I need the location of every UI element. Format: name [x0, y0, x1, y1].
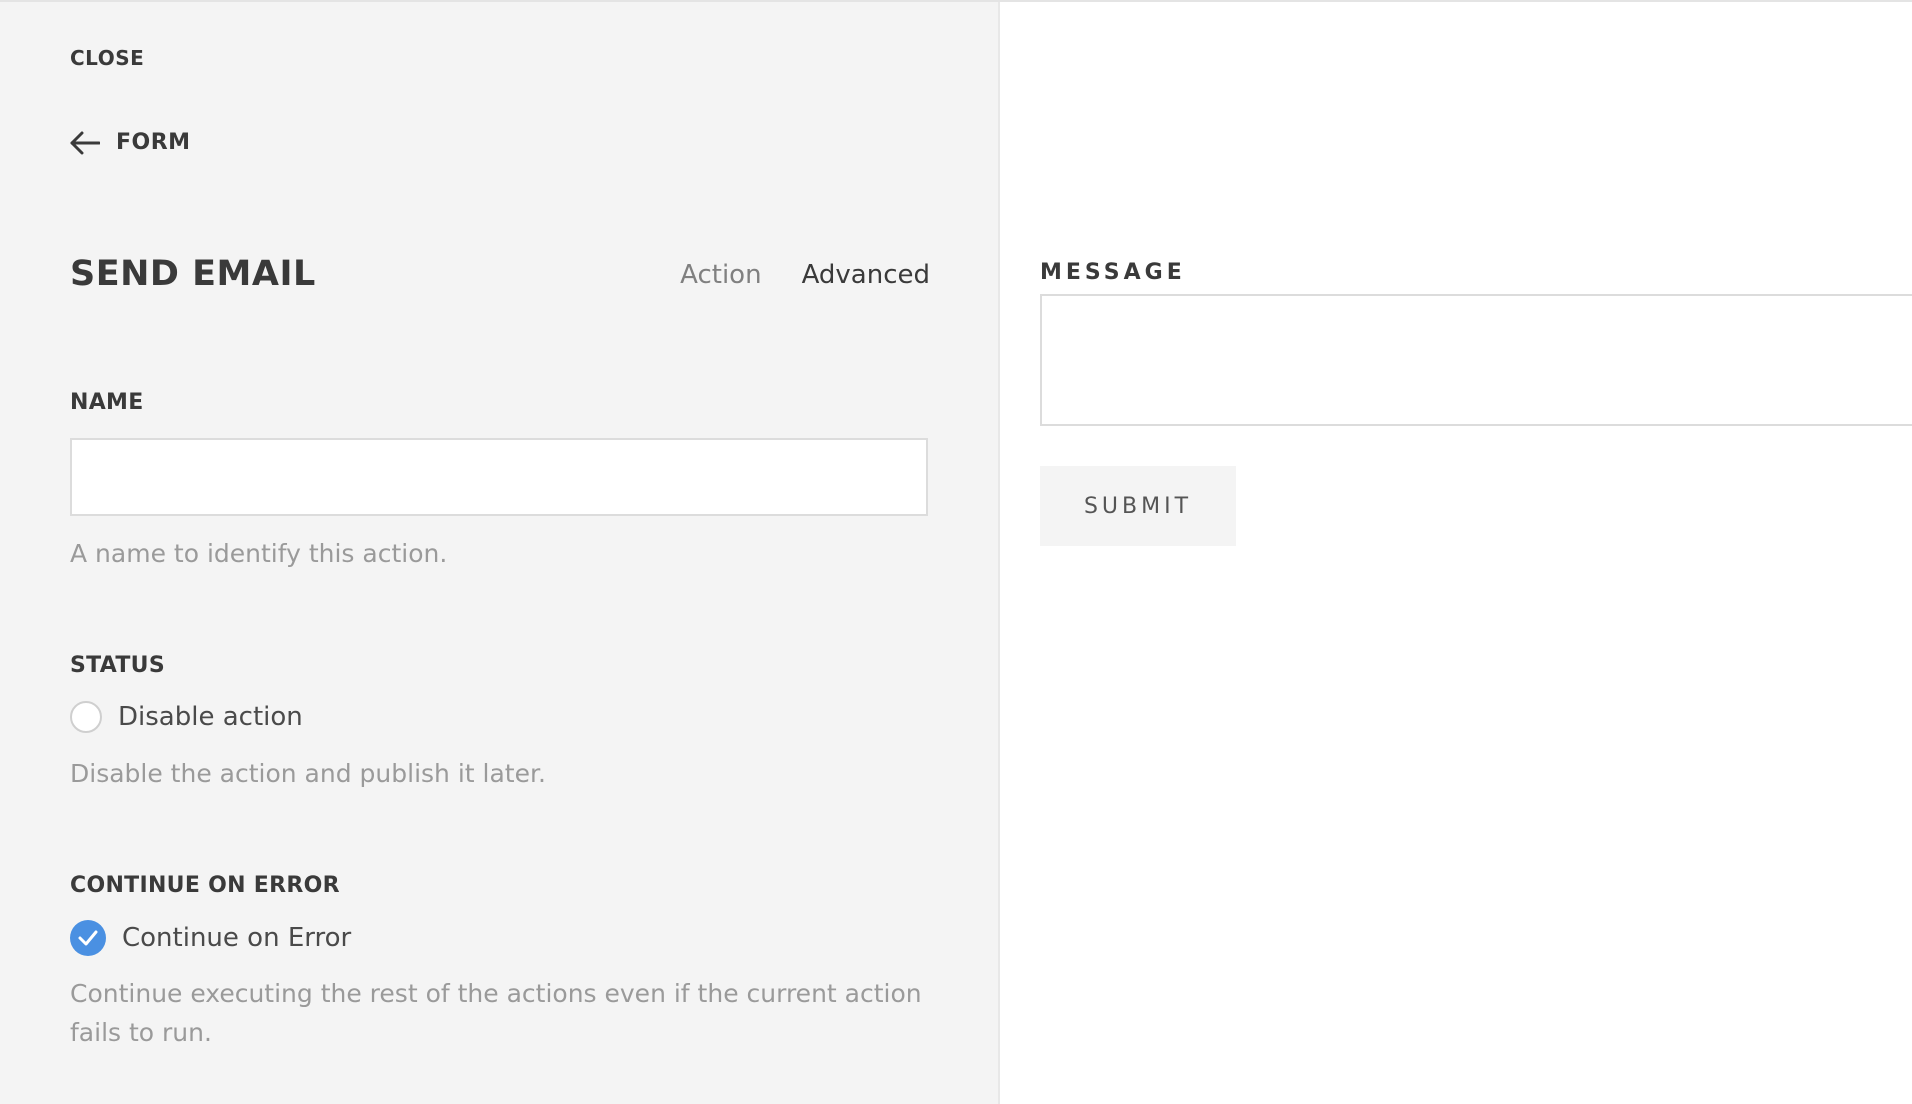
continue-on-error-checkbox[interactable]: Continue on Error [70, 920, 351, 956]
message-label: MESSAGE [1040, 260, 1186, 285]
form-preview-area [1000, 2, 1912, 1104]
continue-help-text: Continue executing the rest of the actio… [70, 974, 922, 1052]
submit-button[interactable]: SUBMIT [1040, 466, 1236, 546]
disable-action-label: Disable action [118, 702, 303, 732]
page-title: SEND EMAIL [70, 254, 316, 294]
continue-help-line-1: Continue executing the rest of the actio… [70, 979, 922, 1008]
checkmark-icon [70, 920, 106, 956]
disable-action-checkbox[interactable]: Disable action [70, 701, 303, 733]
message-input[interactable] [1040, 294, 1912, 426]
name-help-text: A name to identify this action. [70, 539, 448, 568]
unchecked-circle-icon [70, 701, 102, 733]
tab-action[interactable]: Action [680, 260, 761, 290]
settings-panel: CLOSE FORM SEND EMAIL Action Advanced NA… [0, 2, 1000, 1104]
tab-bar: Action Advanced [680, 260, 930, 290]
close-button[interactable]: CLOSE [70, 46, 144, 70]
name-input[interactable] [70, 438, 928, 516]
back-to-form-button[interactable]: FORM [70, 130, 191, 155]
back-label: FORM [116, 130, 191, 155]
status-section-label: STATUS [70, 653, 165, 678]
continue-section-label: CONTINUE ON ERROR [70, 873, 340, 898]
arrow-left-icon [70, 131, 100, 155]
status-help-text: Disable the action and publish it later. [70, 759, 546, 788]
name-section-label: NAME [70, 390, 144, 415]
tab-advanced[interactable]: Advanced [802, 260, 930, 290]
continue-on-error-label: Continue on Error [122, 923, 352, 953]
continue-help-line-2: fails to run. [70, 1018, 212, 1047]
